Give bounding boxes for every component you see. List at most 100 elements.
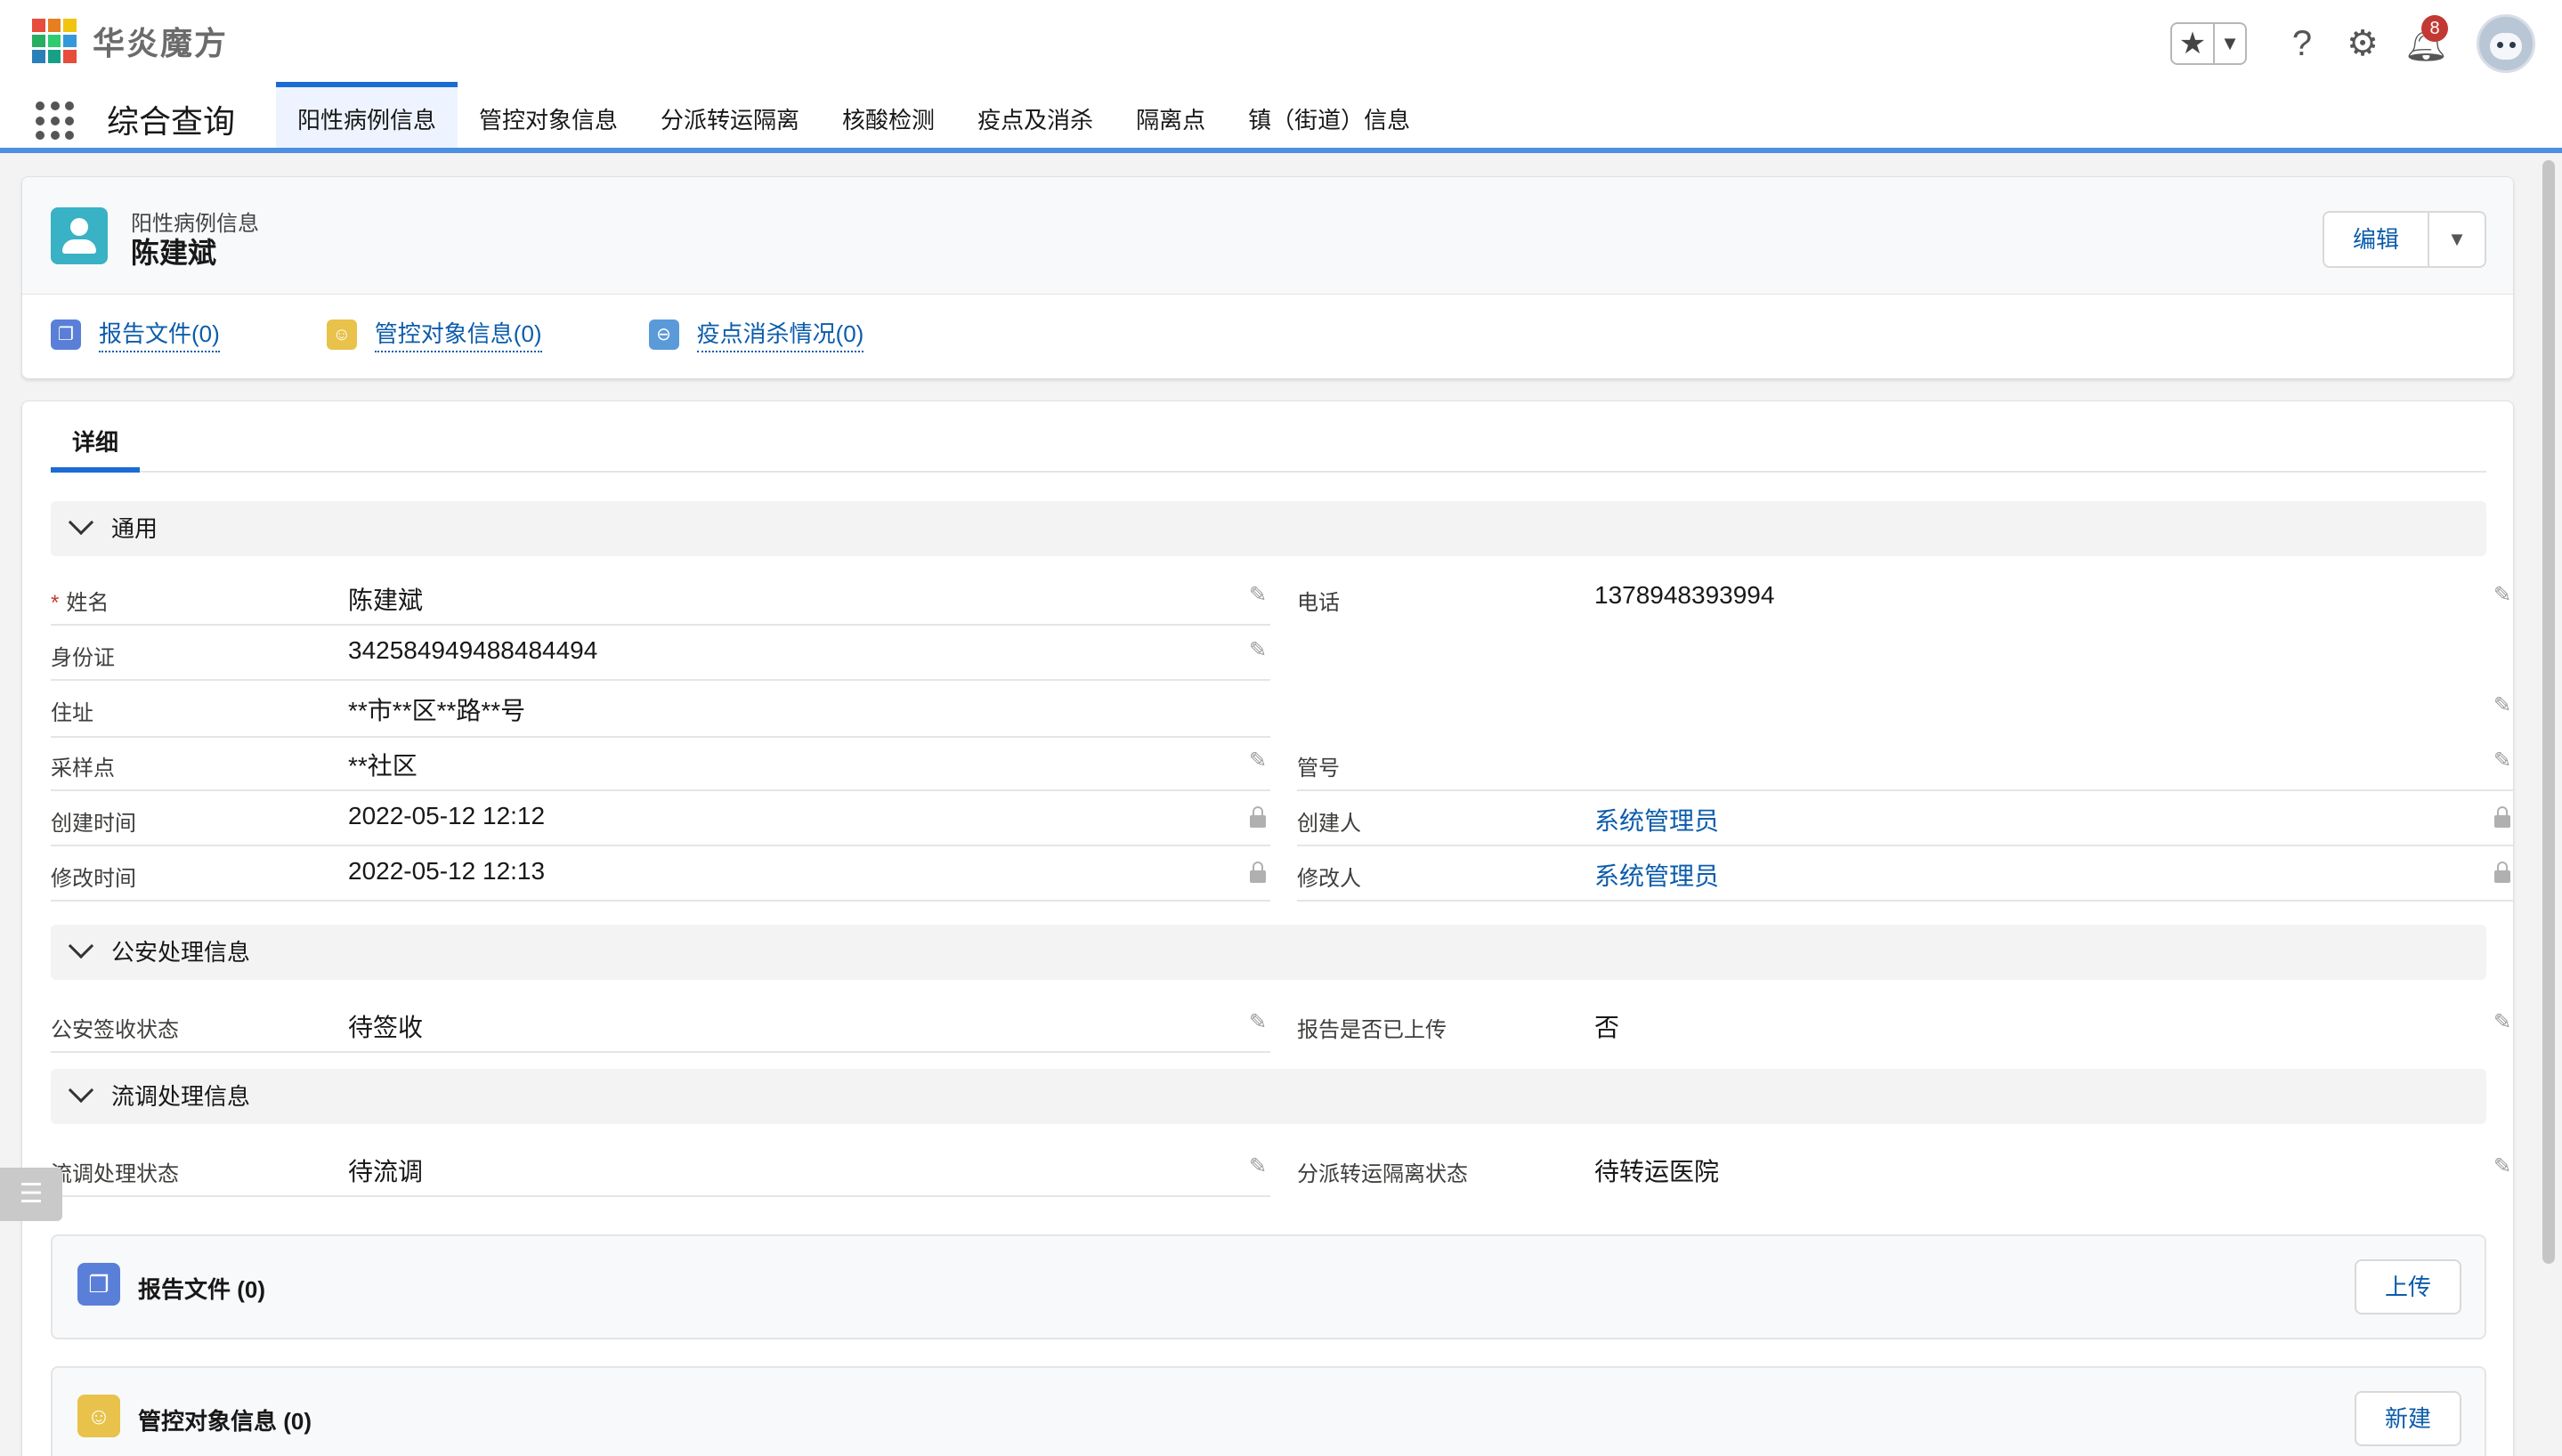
chevron-down-icon <box>68 933 94 959</box>
chevron-down-icon <box>68 1077 94 1104</box>
section-title: 公安处理信息 <box>111 939 251 966</box>
pencil-icon[interactable]: ✎ <box>2490 583 2515 608</box>
field-label: 采样点 <box>51 756 115 781</box>
field-value: 1378948393994 <box>1594 581 1775 609</box>
people-icon: ☺ <box>77 1395 120 1437</box>
field-label: 姓名 <box>66 591 109 615</box>
app-launcher-icon[interactable] <box>36 101 75 141</box>
field-phone: 电话 1378948393994 ✎ <box>1297 570 2515 626</box>
pencil-icon[interactable]: ✎ <box>2490 1154 2515 1179</box>
field-created-time: 创建时间 2022-05-12 12:12 <box>51 791 1270 846</box>
quick-link-controlled-persons[interactable]: ☺ 管控对象信息(0) <box>326 316 542 352</box>
field-name: * 姓名 陈建斌 ✎ <box>51 570 1270 626</box>
nav-tab-controlled-persons[interactable]: 管控对象信息 <box>458 82 639 148</box>
field-value: 2022-05-12 12:12 <box>348 802 546 829</box>
section-police-header[interactable]: 公安处理信息 <box>51 925 2486 980</box>
help-icon[interactable]: ? <box>2282 24 2322 63</box>
field-value: 待转运医院 <box>1594 1158 1720 1185</box>
field-value: 342584949488484494 <box>348 636 598 664</box>
field-label: 创建时间 <box>51 812 136 836</box>
pencil-icon[interactable]: ✎ <box>2490 748 2515 773</box>
related-quick-links: ❐ 报告文件(0) ☺ 管控对象信息(0) ⊖ 疫点消杀情况(0) <box>51 316 970 352</box>
field-value-link[interactable]: 系统管理员 <box>1594 802 1719 837</box>
field-value-link[interactable]: 系统管理员 <box>1594 857 1719 893</box>
field-sample-point: 采样点 **社区 ✎ <box>51 736 1270 791</box>
avatar-face <box>2490 33 2522 60</box>
bell-icon[interactable]: 🔔︎ 8 <box>2404 15 2449 63</box>
logo-mark-icon <box>32 19 77 63</box>
field-label: 创建人 <box>1297 812 1361 836</box>
nav-tab-transfer-isolation[interactable]: 分派转运隔离 <box>639 82 821 148</box>
avatar[interactable] <box>2477 14 2535 73</box>
nav-tab-positive-cases[interactable]: 阳性病例信息 <box>276 82 458 148</box>
file-icon: ❐ <box>77 1263 120 1306</box>
section-epi-header[interactable]: 流调处理信息 <box>51 1069 2486 1124</box>
quick-link-label[interactable]: 报告文件(0) <box>99 316 220 352</box>
nav-tab-disinfection[interactable]: 疫点及消杀 <box>956 82 1115 148</box>
field-label: 报告是否已上传 <box>1297 1018 1447 1042</box>
file-icon: ❐ <box>51 319 81 350</box>
field-epi-status: 流调处理状态 待流调 ✎ <box>51 1142 1270 1197</box>
related-list-report-files: ❐ 报告文件 (0) 上传 <box>51 1234 2486 1339</box>
logo-text: 华炎魔方 <box>93 25 229 61</box>
field-value: **社区 <box>348 752 418 780</box>
list-toggle-icon[interactable]: ☰ <box>0 1168 62 1221</box>
related-list-title[interactable]: 报告文件 (0) <box>138 1272 265 1305</box>
gear-icon[interactable]: ⚙ <box>2343 24 2382 63</box>
required-marker: * <box>51 591 60 615</box>
field-modified-time: 修改时间 2022-05-12 12:13 <box>51 846 1270 902</box>
lock-icon <box>2490 804 2515 829</box>
field-label: 电话 <box>1297 591 1340 615</box>
pencil-icon[interactable]: ✎ <box>2490 1010 2515 1035</box>
quick-link-report-files[interactable]: ❐ 报告文件(0) <box>51 316 220 352</box>
nav-tab-town-info[interactable]: 镇（街道）信息 <box>1227 82 1431 148</box>
quick-link-disinfection[interactable]: ⊖ 疫点消杀情况(0) <box>648 316 864 352</box>
section-title: 通用 <box>111 515 158 542</box>
pencil-icon[interactable]: ✎ <box>1245 1010 1270 1035</box>
field-value: 2022-05-12 12:13 <box>348 857 546 885</box>
related-list-controlled-persons: ☺ 管控对象信息 (0) 新建 <box>51 1366 2486 1456</box>
record-detail-card: 详细 通用 * 姓名 陈建斌 ✎ 电话 1378948393994 ✎ 身份证 3… <box>21 400 2515 1456</box>
logo[interactable]: 华炎魔方 <box>32 18 228 64</box>
pencil-icon[interactable]: ✎ <box>2490 693 2515 718</box>
tab-detail[interactable]: 详细 <box>51 423 140 473</box>
upload-button[interactable]: 上传 <box>2355 1259 2461 1314</box>
quick-link-label[interactable]: 疫点消杀情况(0) <box>696 316 864 352</box>
section-title: 流调处理信息 <box>111 1083 251 1110</box>
app-navigation: 综合查询 阳性病例信息 管控对象信息 分派转运隔离 核酸检测 疫点及消杀 隔离点… <box>0 82 2562 153</box>
edit-button-group: 编辑 ▼ <box>2323 211 2486 268</box>
lock-icon <box>1245 804 1270 829</box>
header-actions: ★ ▼ ? ⚙ 🔔︎ 8 <box>2170 14 2535 73</box>
chevron-down-icon <box>68 509 94 536</box>
related-list-title[interactable]: 管控对象信息 (0) <box>138 1403 312 1436</box>
people-icon: ☺ <box>326 319 357 350</box>
nav-tab-nucleic-test[interactable]: 核酸检测 <box>821 82 956 148</box>
lock-icon <box>2490 859 2515 884</box>
section-general-header[interactable]: 通用 <box>51 501 2486 556</box>
field-label: 修改时间 <box>51 867 136 891</box>
scrollbar[interactable] <box>2542 160 2555 1264</box>
edit-button[interactable]: 编辑 <box>2324 213 2429 266</box>
quick-link-label[interactable]: 管控对象信息(0) <box>374 316 542 352</box>
pencil-icon[interactable]: ✎ <box>1245 583 1270 608</box>
pencil-icon[interactable]: ✎ <box>1245 748 1270 773</box>
field-label: 管号 <box>1297 756 1340 781</box>
chevron-down-icon[interactable]: ▼ <box>2215 32 2245 55</box>
field-label: 流调处理状态 <box>51 1162 179 1186</box>
field-report-uploaded: 报告是否已上传 否 ✎ <box>1297 998 2515 1053</box>
pencil-icon[interactable]: ✎ <box>1245 1154 1270 1179</box>
field-label: 住址 <box>51 701 93 725</box>
star-icon[interactable]: ★ <box>2172 24 2215 63</box>
field-value: 待签收 <box>348 1014 424 1041</box>
more-actions-chevron-down-icon[interactable]: ▼ <box>2429 213 2485 266</box>
app-name: 综合查询 <box>107 103 236 140</box>
record-header: 阳性病例信息 陈建斌 编辑 ▼ <box>22 177 2513 295</box>
pencil-icon[interactable]: ✎ <box>1245 638 1270 663</box>
nav-tabs: 阳性病例信息 管控对象信息 分派转运隔离 核酸检测 疫点及消杀 隔离点 镇（街道… <box>276 82 1431 148</box>
field-value: **市**区**路**号 <box>348 697 526 724</box>
field-label: 分派转运隔离状态 <box>1297 1162 1468 1186</box>
field-tube-no: 管号 ✎ <box>1297 736 2515 791</box>
nav-tab-isolation-points[interactable]: 隔离点 <box>1115 82 1227 148</box>
field-value: 待流调 <box>348 1158 424 1185</box>
new-button[interactable]: 新建 <box>2355 1391 2461 1446</box>
